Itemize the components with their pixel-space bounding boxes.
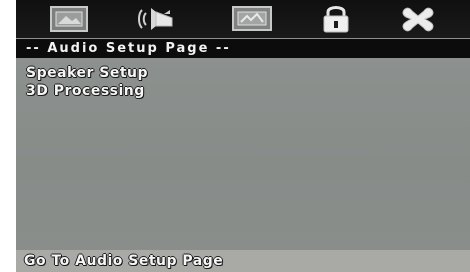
screen: -- Audio Setup Page -- Speaker Setup 3D … bbox=[0, 0, 470, 272]
status-bar: Go To Audio Setup Page bbox=[16, 250, 470, 272]
page-title: -- Audio Setup Page -- bbox=[16, 39, 470, 58]
setup-toolbar bbox=[16, 0, 470, 38]
video-setup-icon[interactable] bbox=[228, 4, 278, 34]
setup-menu-panel: -- Audio Setup Page -- Speaker Setup 3D … bbox=[16, 0, 470, 272]
menu-item-speaker-setup[interactable]: Speaker Setup bbox=[26, 64, 148, 82]
audio-setup-icon[interactable] bbox=[134, 4, 184, 34]
preference-lock-icon[interactable] bbox=[318, 4, 354, 34]
general-setup-icon[interactable] bbox=[46, 4, 94, 34]
audio-setup-menu: Speaker Setup 3D Processing bbox=[26, 64, 148, 100]
status-text: Go To Audio Setup Page bbox=[24, 253, 224, 269]
menu-item-3d-processing[interactable]: 3D Processing bbox=[26, 82, 148, 100]
exit-icon[interactable] bbox=[398, 4, 438, 34]
